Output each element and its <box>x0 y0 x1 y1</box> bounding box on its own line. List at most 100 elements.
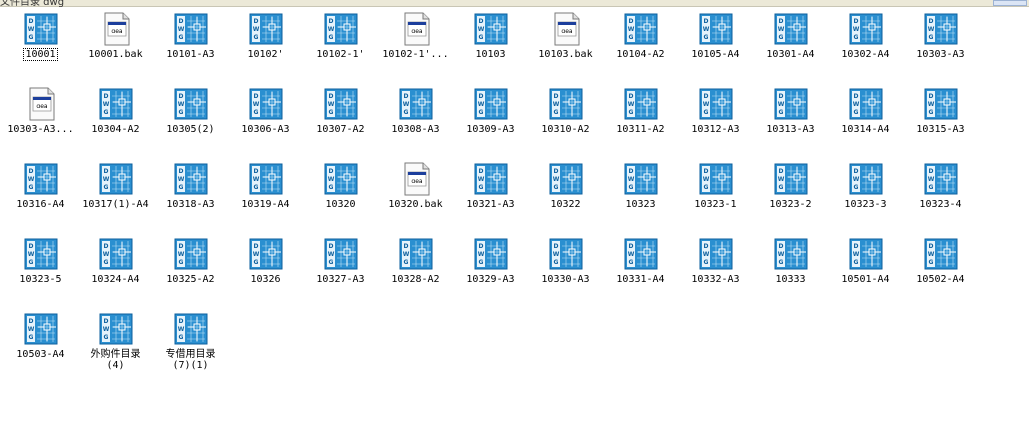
svg-text:G: G <box>329 109 334 116</box>
svg-text:ɑea: ɑea <box>561 28 573 35</box>
file-item[interactable]: D W G 10308-A3 <box>378 87 453 159</box>
file-item[interactable]: D W G 10324-A4 <box>78 237 153 309</box>
svg-text:G: G <box>179 109 184 116</box>
file-item[interactable]: D W G 10309-A3 <box>453 87 528 159</box>
dwg-file-icon: D W G <box>624 162 658 196</box>
file-item[interactable]: D W G 10331-A4 <box>603 237 678 309</box>
dwg-file-icon: D W G <box>924 162 958 196</box>
file-item[interactable]: D W G 10503-A4 <box>3 312 78 384</box>
file-item[interactable]: D W G 10326 <box>228 237 303 309</box>
file-item[interactable]: D W G 10305(2) <box>153 87 228 159</box>
dwg-file-icon: D W G <box>174 87 208 121</box>
file-item[interactable]: D W G 10102-1' <box>303 12 378 84</box>
file-item[interactable]: D W G 10332-A3 <box>678 237 753 309</box>
svg-text:D: D <box>479 93 484 100</box>
svg-text:G: G <box>479 259 484 266</box>
file-label-text: 10322 <box>550 199 581 210</box>
file-label-text: 10309-A3 <box>466 124 515 135</box>
file-item[interactable]: D W G 10105-A4 <box>678 12 753 84</box>
file-item[interactable]: D W G 10323-5 <box>3 237 78 309</box>
file-label-text: 10304-A2 <box>91 124 140 135</box>
file-label-text: 10301-A4 <box>766 49 815 60</box>
file-item[interactable]: D W G 10318-A3 <box>153 162 228 234</box>
svg-text:W: W <box>553 251 560 258</box>
file-item[interactable]: D W G 10301-A4 <box>753 12 828 84</box>
file-label: 10323-5 <box>3 274 78 285</box>
file-item[interactable]: D W G 10317(1)-A4 <box>78 162 153 234</box>
svg-text:W: W <box>103 326 110 333</box>
file-label-text: 10326 <box>250 274 281 285</box>
file-item[interactable]: D W G 10323-2 <box>753 162 828 234</box>
file-item[interactable]: D W G 10302-A4 <box>828 12 903 84</box>
file-item[interactable]: D W G 10303-A3 <box>903 12 978 84</box>
file-item[interactable]: D W G 10310-A2 <box>528 87 603 159</box>
svg-text:W: W <box>178 26 185 33</box>
file-item[interactable]: ɑea 10001.bak <box>78 12 153 84</box>
svg-text:D: D <box>404 93 409 100</box>
svg-text:D: D <box>629 93 634 100</box>
file-item[interactable]: D W G 10333 <box>753 237 828 309</box>
file-item[interactable]: D W G 10323-3 <box>828 162 903 234</box>
svg-text:W: W <box>778 176 785 183</box>
file-item[interactable]: D W G 10102' <box>228 12 303 84</box>
file-item[interactable]: D W G 10315-A3 <box>903 87 978 159</box>
file-item[interactable]: D W G 10307-A2 <box>303 87 378 159</box>
svg-text:G: G <box>854 259 859 266</box>
file-item[interactable]: D W G 10327-A3 <box>303 237 378 309</box>
svg-text:G: G <box>929 34 934 41</box>
dwg-file-icon: D W G <box>474 87 508 121</box>
file-item[interactable]: D W G 10322 <box>528 162 603 234</box>
file-item[interactable]: D W G 10103 <box>453 12 528 84</box>
file-label: 10301-A4 <box>753 49 828 60</box>
file-item[interactable]: D W G 10311-A2 <box>603 87 678 159</box>
file-item[interactable]: ɑea 10303-A3... <box>3 87 78 159</box>
file-item[interactable]: D W G 10323-1 <box>678 162 753 234</box>
file-label: 10310-A2 <box>528 124 603 135</box>
file-label-text: 10321-A3 <box>466 199 515 210</box>
file-item[interactable]: D W G 10323-4 <box>903 162 978 234</box>
svg-text:G: G <box>179 334 184 341</box>
file-item[interactable]: D W G 专借用目录 (7)(1) <box>153 312 228 384</box>
file-item[interactable]: ɑea 10102-1'... <box>378 12 453 84</box>
file-item[interactable]: D W G 10325-A2 <box>153 237 228 309</box>
file-label: 10101-A3 <box>153 49 228 60</box>
svg-text:D: D <box>629 168 634 175</box>
file-item[interactable]: D W G 10323 <box>603 162 678 234</box>
svg-text:D: D <box>104 243 109 250</box>
dwg-file-icon: D W G <box>174 12 208 46</box>
file-item[interactable]: D W G 10328-A2 <box>378 237 453 309</box>
svg-text:D: D <box>854 243 859 250</box>
file-item[interactable]: ɑea 10320.bak <box>378 162 453 234</box>
svg-text:W: W <box>703 26 710 33</box>
svg-text:D: D <box>854 168 859 175</box>
file-item[interactable]: D W G 10312-A3 <box>678 87 753 159</box>
svg-text:D: D <box>104 93 109 100</box>
file-item[interactable]: D W G 外购件目录 (4) <box>78 312 153 384</box>
file-item[interactable]: D W G 10502-A4 <box>903 237 978 309</box>
file-item[interactable]: D W G 10321-A3 <box>453 162 528 234</box>
dwg-file-icon: D W G <box>249 87 283 121</box>
file-item[interactable]: D W G 10306-A3 <box>228 87 303 159</box>
file-item[interactable]: ɑea 10103.bak <box>528 12 603 84</box>
file-item[interactable]: D W G 10329-A3 <box>453 237 528 309</box>
file-label: 10331-A4 <box>603 274 678 285</box>
file-item[interactable]: D W G 10001 <box>3 12 78 84</box>
window-control-button[interactable] <box>993 0 1027 6</box>
svg-text:W: W <box>778 26 785 33</box>
svg-text:G: G <box>554 184 559 191</box>
file-label-text: 10312-A3 <box>691 124 740 135</box>
file-item[interactable]: D W G 10101-A3 <box>153 12 228 84</box>
file-item[interactable]: D W G 10304-A2 <box>78 87 153 159</box>
file-item[interactable]: D W G 10314-A4 <box>828 87 903 159</box>
file-label-text: 10103 <box>475 49 506 60</box>
file-item[interactable]: D W G 10330-A3 <box>528 237 603 309</box>
svg-text:W: W <box>853 176 860 183</box>
file-item[interactable]: D W G 10320 <box>303 162 378 234</box>
file-item[interactable]: D W G 10104-A2 <box>603 12 678 84</box>
file-item[interactable]: D W G 10319-A4 <box>228 162 303 234</box>
file-item[interactable]: D W G 10313-A3 <box>753 87 828 159</box>
file-item[interactable]: D W G 10316-A4 <box>3 162 78 234</box>
file-item[interactable]: D W G 10501-A4 <box>828 237 903 309</box>
svg-text:W: W <box>853 251 860 258</box>
svg-text:G: G <box>929 184 934 191</box>
